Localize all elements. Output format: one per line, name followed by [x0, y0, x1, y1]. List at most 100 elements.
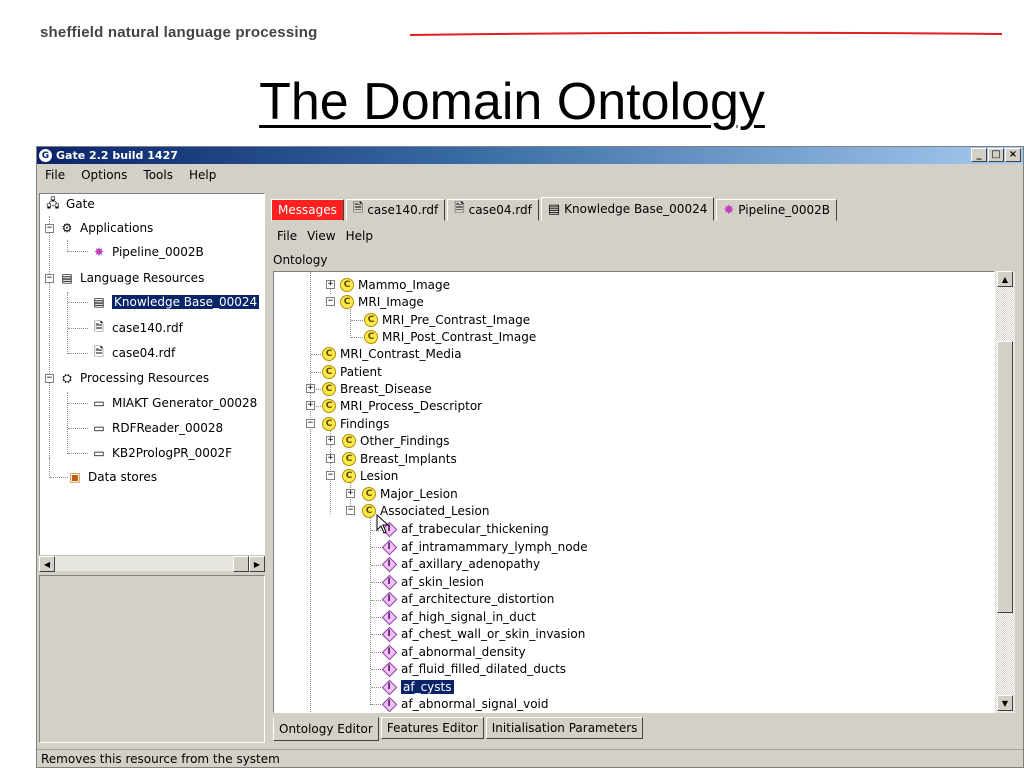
scroll-thumb[interactable] [997, 341, 1013, 613]
close-button[interactable]: × [1005, 148, 1021, 162]
tree-node-applications[interactable]: ⚙ Applications [58, 218, 154, 238]
expand-toggle-major-lesion[interactable]: + [346, 489, 355, 498]
title-bar: G Gate 2.2 build 1427 _ □ × [37, 147, 1023, 164]
expand-toggle-breast-disease[interactable]: + [306, 384, 315, 393]
class-icon: C [340, 278, 354, 292]
menu-options[interactable]: Options [79, 168, 129, 182]
gate-root-icon: 🖧 [46, 195, 60, 210]
ontology-instance-8[interactable]: I af_fluid_filled_dilated_ducts [382, 659, 566, 679]
tab-knowledge-base[interactable]: ▤ Knowledge Base_00024 [540, 197, 715, 221]
collapse-toggle-associated-lesion[interactable]: − [346, 506, 355, 515]
tree-node-language-resources[interactable]: ▤ Language Resources [58, 268, 204, 288]
resource-tree[interactable]: 🖧 Gate − ⚙ Applications ✸ Pipeline_0002B… [39, 193, 265, 567]
ontology-class-mri-image[interactable]: C MRI_Image [340, 292, 424, 312]
class-icon: C [342, 452, 356, 466]
mouse-cursor-icon [376, 514, 390, 534]
tree-node-rdfreader[interactable]: ▭ RDFReader_00028 [90, 418, 223, 438]
scroll-down-button[interactable]: ▼ [997, 695, 1013, 711]
ontology-vertical-scrollbar[interactable]: ▲ ▼ [995, 271, 1015, 713]
expand-toggle-breast-implants[interactable]: + [326, 454, 335, 463]
brand-underline [410, 31, 1002, 36]
expand-toggle-mri-process[interactable]: + [306, 401, 315, 410]
tree-node-pipeline[interactable]: ✸ Pipeline_0002B [90, 242, 204, 262]
ontology-class-mri-contrast-media[interactable]: C MRI_Contrast_Media [322, 344, 462, 364]
pipeline-icon: ✸ [93, 245, 105, 259]
ontology-class-other-findings[interactable]: C Other_Findings [342, 431, 449, 451]
class-icon: C [340, 295, 354, 309]
knowledge-base-icon: ▤ [547, 201, 561, 217]
collapse-toggle-applications[interactable]: − [45, 224, 54, 233]
ontology-class-mri-process-descriptor[interactable]: C MRI_Process_Descriptor [322, 396, 482, 416]
minimize-button[interactable]: _ [971, 148, 987, 162]
instance-icon: I [382, 540, 396, 554]
scroll-left-button[interactable]: ◀ [39, 556, 55, 572]
window-controls: _ □ × [971, 148, 1021, 162]
processing-resources-icon: ⛭ [62, 370, 72, 385]
pipeline-icon: ✸ [723, 202, 735, 218]
language-resources-icon: ▤ [61, 271, 73, 285]
menu-file[interactable]: File [43, 168, 67, 182]
collapse-toggle-processing-resources[interactable]: − [45, 374, 54, 383]
tree-node-case04[interactable]: 🗎 case04.rdf [90, 343, 175, 363]
status-bar: Removes this resource from the system [37, 749, 1023, 767]
class-icon: C [362, 487, 376, 501]
ontology-menu-help[interactable]: Help [346, 229, 373, 243]
tree-node-knowledge-base[interactable]: ▤ Knowledge Base_00024 [90, 292, 260, 312]
instance-icon: I [382, 680, 396, 694]
class-icon: C [322, 365, 336, 379]
maximize-button[interactable]: □ [988, 148, 1004, 162]
knowledge-base-icon: ▤ [93, 295, 105, 309]
tab-pipeline[interactable]: ✸ Pipeline_0002B [716, 199, 837, 221]
data-stores-icon: ▣ [69, 470, 81, 484]
collapse-toggle-language-resources[interactable]: − [45, 274, 54, 283]
ontology-instance-10[interactable]: I af_abnormal_signal_void [382, 694, 548, 712]
tab-case140[interactable]: 🗎 case140.rdf [345, 199, 446, 221]
scroll-up-button[interactable]: ▲ [997, 271, 1013, 287]
class-icon: C [362, 504, 376, 518]
instance-icon: I [382, 557, 396, 571]
document-icon: 🗎 [94, 319, 104, 334]
gate-logo-icon: G [39, 149, 52, 162]
ontology-menubar: File View Help [277, 229, 373, 243]
ontology-instance-0[interactable]: I af_trabecular_thickening [382, 519, 548, 539]
document-icon: 🗎 [352, 201, 364, 216]
ontology-tree[interactable]: + C Mammo_Image − C MRI_Image C MRI_Pre_… [273, 271, 995, 713]
expand-toggle-other-findings[interactable]: + [326, 436, 335, 445]
menu-tools[interactable]: Tools [141, 168, 175, 182]
ontology-instance-4[interactable]: I af_architecture_distortion [382, 589, 554, 609]
class-icon: C [364, 330, 378, 344]
document-icon: 🗎 [94, 344, 104, 359]
document-icon: 🗎 [454, 201, 465, 216]
class-icon: C [322, 382, 336, 396]
collapse-toggle-lesion[interactable]: − [326, 471, 335, 480]
ontology-menu-view[interactable]: View [307, 229, 335, 243]
collapse-toggle-findings[interactable]: − [306, 419, 315, 428]
menu-help[interactable]: Help [187, 168, 218, 182]
tree-node-processing-resources[interactable]: ⛭ Processing Resources [58, 368, 209, 388]
expand-toggle-mammo-image[interactable]: + [326, 280, 335, 289]
tab-initialisation-parameters[interactable]: Initialisation Parameters [485, 717, 644, 739]
tab-ontology-editor[interactable]: Ontology Editor [273, 717, 379, 741]
class-icon: C [364, 313, 378, 327]
tree-node-data-stores[interactable]: ▣ Data stores [66, 467, 157, 487]
left-horizontal-scrollbar[interactable]: ◀ ▶ [39, 555, 265, 572]
tab-features-editor[interactable]: Features Editor [380, 717, 484, 739]
scroll-right-button[interactable]: ▶ [249, 556, 265, 572]
tree-node-case140[interactable]: 🗎 case140.rdf [90, 318, 183, 338]
ontology-instance-2[interactable]: I af_axillary_adenopathy [382, 554, 540, 574]
ontology-menu-file[interactable]: File [277, 229, 297, 243]
main-menubar: File Options Tools Help [37, 165, 1023, 185]
tree-node-miakt-generator[interactable]: ▭ MIAKT Generator_00028 [90, 393, 257, 413]
class-icon: C [322, 399, 336, 413]
ontology-instance-6[interactable]: I af_chest_wall_or_skin_invasion [382, 624, 585, 644]
tab-messages[interactable]: Messages [271, 199, 344, 221]
collapse-toggle-mri-image[interactable]: − [326, 297, 335, 306]
ontology-panel-label: Ontology [273, 253, 328, 267]
tree-node-gate[interactable]: 🖧 Gate [44, 194, 94, 214]
brand-text: sheffield natural language processing [40, 24, 318, 41]
tree-node-kb2prolog[interactable]: ▭ KB2PrologPR_0002F [90, 443, 232, 463]
tab-case04[interactable]: 🗎 case04.rdf [447, 199, 539, 221]
ontology-class-lesion[interactable]: C Lesion [342, 466, 398, 486]
instance-icon: I [382, 662, 396, 676]
scroll-thumb[interactable] [233, 556, 249, 572]
